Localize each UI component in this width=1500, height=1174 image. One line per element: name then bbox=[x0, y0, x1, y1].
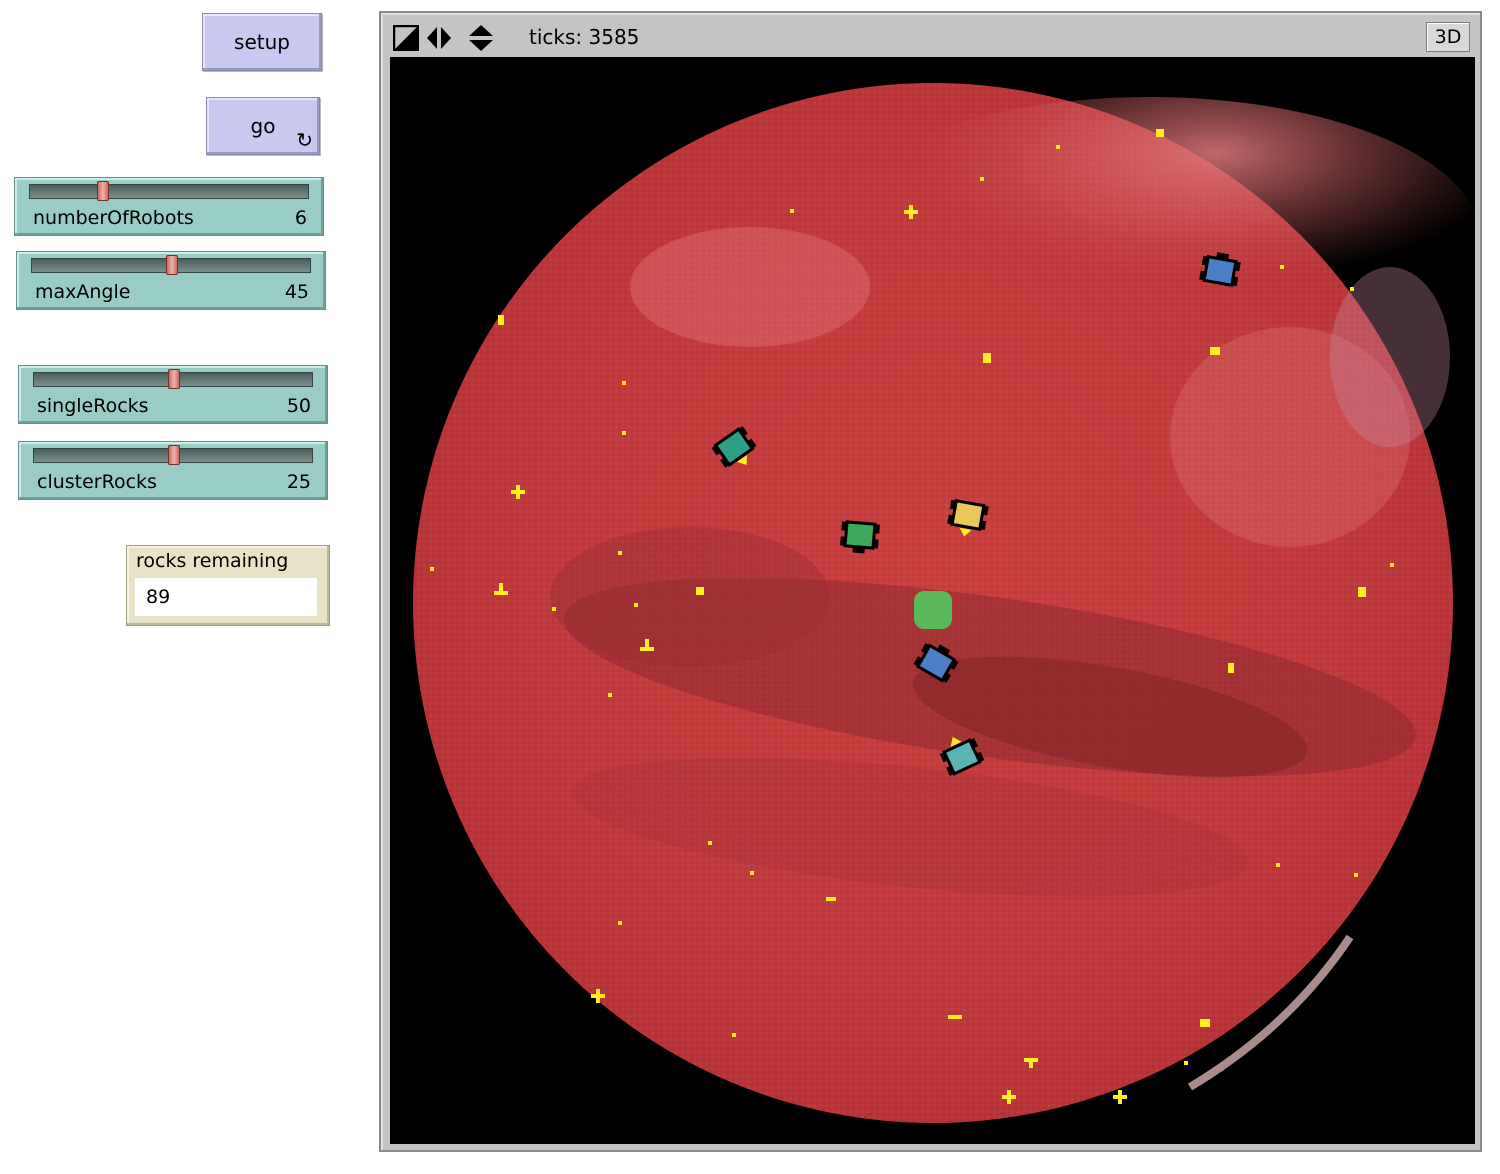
world-canvas[interactable] bbox=[390, 57, 1475, 1144]
rock bbox=[1002, 1095, 1016, 1099]
rock bbox=[618, 921, 622, 925]
rock bbox=[1200, 1019, 1210, 1027]
rock bbox=[750, 871, 754, 875]
view-toolbar: ticks: 3585 3D bbox=[381, 13, 1480, 57]
slider-thumb[interactable] bbox=[168, 445, 180, 465]
rock bbox=[1056, 145, 1060, 149]
slider-singleRocks[interactable]: singleRocks 50 bbox=[18, 365, 328, 424]
slider-label: numberOfRobots bbox=[33, 207, 194, 229]
ticks-counter: ticks: 3585 bbox=[529, 25, 640, 49]
mars-scene bbox=[413, 83, 1475, 1123]
light-terrain bbox=[630, 227, 870, 347]
rock bbox=[708, 841, 712, 845]
slider-value: 25 bbox=[286, 471, 311, 493]
world-view: ticks: 3585 3D bbox=[379, 11, 1482, 1152]
rocks-remaining-monitor: rocks remaining 89 bbox=[126, 545, 330, 626]
rock bbox=[1390, 563, 1394, 567]
rock bbox=[1280, 265, 1284, 269]
rock bbox=[980, 177, 984, 181]
forever-arrows-icon: ↻ bbox=[296, 128, 313, 152]
rock bbox=[983, 353, 991, 363]
dark-valley bbox=[550, 527, 830, 667]
setup-button-label: setup bbox=[234, 30, 290, 54]
rock bbox=[552, 607, 556, 611]
slider-value: 6 bbox=[294, 207, 307, 229]
monitor-value: 89 bbox=[135, 578, 317, 616]
rock bbox=[1156, 129, 1164, 137]
3d-button-label: 3D bbox=[1434, 26, 1462, 48]
rock bbox=[622, 381, 626, 385]
go-button[interactable]: go ↻ bbox=[206, 97, 320, 155]
rock bbox=[826, 897, 836, 901]
slider-label: clusterRocks bbox=[37, 471, 157, 493]
slider-thumb[interactable] bbox=[166, 255, 178, 275]
vertical-arrows-icon[interactable] bbox=[468, 25, 494, 51]
robot-base bbox=[914, 591, 952, 629]
rock bbox=[498, 315, 504, 325]
slider-numberOfRobots[interactable]: numberOfRobots 6 bbox=[14, 177, 324, 236]
go-button-label: go bbox=[250, 114, 276, 138]
rock bbox=[1358, 587, 1366, 597]
rock bbox=[511, 490, 525, 494]
horizontal-arrows-icon[interactable] bbox=[426, 25, 452, 51]
slider-maxAngle[interactable]: maxAngle 45 bbox=[16, 251, 326, 310]
rock bbox=[696, 587, 704, 595]
slider-label: maxAngle bbox=[35, 281, 131, 303]
slider-value: 45 bbox=[284, 281, 309, 303]
rock bbox=[1113, 1095, 1127, 1099]
slider-label: singleRocks bbox=[37, 395, 149, 417]
rock bbox=[622, 431, 626, 435]
3d-view-button[interactable]: 3D bbox=[1426, 22, 1470, 52]
slider-value: 50 bbox=[286, 395, 311, 417]
rock bbox=[1029, 1060, 1033, 1068]
rock bbox=[1354, 873, 1358, 877]
slider-track[interactable] bbox=[29, 184, 309, 199]
rock bbox=[948, 1015, 962, 1019]
rock bbox=[790, 209, 794, 213]
rock bbox=[1276, 863, 1280, 867]
rock bbox=[732, 1033, 736, 1037]
slider-thumb[interactable] bbox=[168, 369, 180, 389]
rock bbox=[904, 210, 918, 214]
light-terrain bbox=[1330, 267, 1450, 447]
rock bbox=[499, 583, 503, 593]
rock bbox=[1350, 287, 1354, 291]
rock bbox=[430, 567, 434, 571]
rock bbox=[618, 551, 622, 555]
rock bbox=[634, 603, 638, 607]
zoom-diagonal-icon[interactable] bbox=[393, 25, 419, 51]
rock bbox=[1184, 1061, 1188, 1065]
rock bbox=[1210, 347, 1220, 355]
slider-thumb[interactable] bbox=[97, 181, 109, 201]
monitor-label: rocks remaining bbox=[136, 550, 289, 572]
setup-button[interactable]: setup bbox=[202, 13, 322, 71]
rock bbox=[591, 994, 605, 998]
slider-clusterRocks[interactable]: clusterRocks 25 bbox=[18, 441, 328, 500]
rock bbox=[608, 693, 612, 697]
rock bbox=[1228, 663, 1234, 673]
rock bbox=[645, 639, 649, 649]
